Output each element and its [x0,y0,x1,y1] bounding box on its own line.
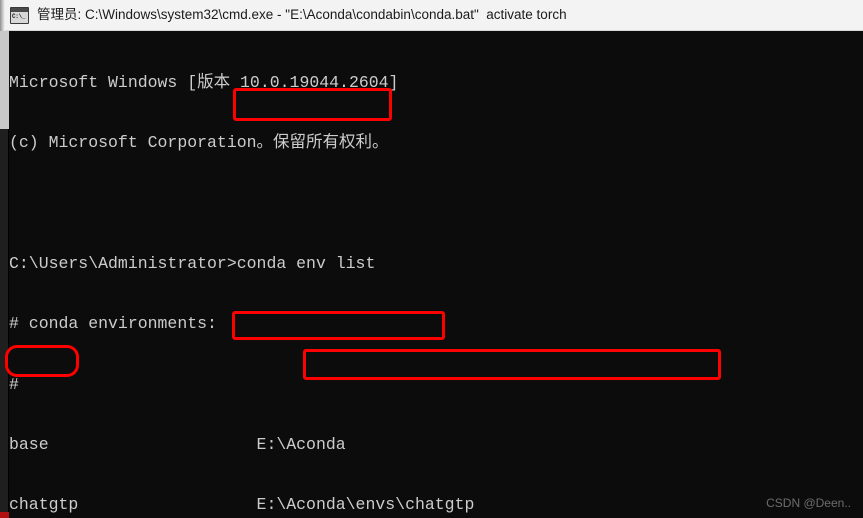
console-line-command-conda-env-list: C:\Users\Administrator>conda env list [9,254,376,274]
cmd-window: 管理员: C:\Windows\system32\cmd.exe - "E:\A… [0,0,863,518]
console-line: # [9,374,19,394]
cmd-console-icon [10,6,29,24]
console-text: Microsoft Windows [版本 10.0.19044.2604] (… [9,31,863,518]
console-line-env-chatgtp: chatgtp E:\Aconda\envs\chatgtp [9,495,475,515]
scrollbar-thumb[interactable] [0,31,9,129]
console-vertical-scrollbar[interactable] [0,31,9,518]
csdn-watermark: CSDN @Deen.. [766,496,851,510]
scrollbar-track-marker [0,512,9,518]
window-title-text: 管理员: C:\Windows\system32\cmd.exe - "E:\A… [37,7,567,22]
console-line: Microsoft Windows [版本 10.0.19044.2604] [9,73,399,93]
window-frame-edge [0,0,5,31]
console-line: # conda environments: [9,314,217,334]
window-title-bar[interactable]: 管理员: C:\Windows\system32\cmd.exe - "E:\A… [0,0,863,31]
console-line: (c) Microsoft Corporation。保留所有权利。 [9,133,389,153]
console-output-area[interactable]: Microsoft Windows [版本 10.0.19044.2604] (… [0,31,863,518]
console-line-env-base: base E:\Aconda [9,434,346,454]
